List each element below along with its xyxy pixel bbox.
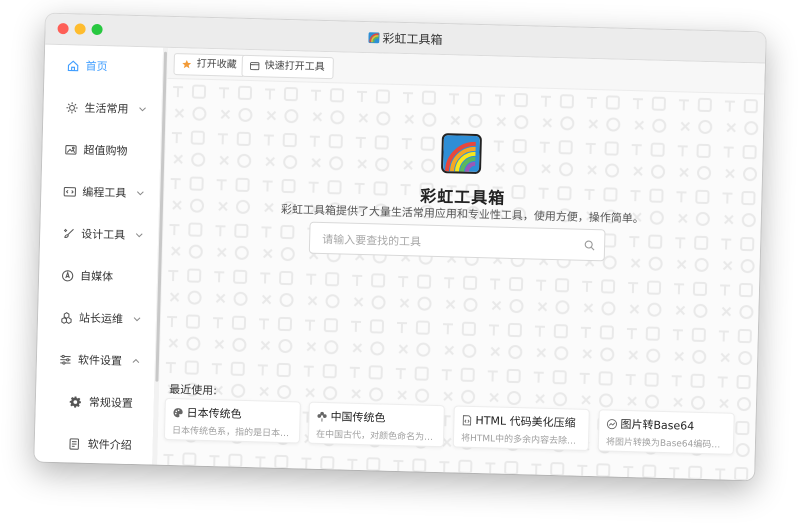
sidebar-item-about[interactable]: 软件介绍 [34, 427, 153, 462]
main-content: 打开收藏 快速打开工具 彩虹工具箱 彩虹工具箱提供了大量生活常用应用和专业性工具… [157, 47, 765, 481]
sun-icon [66, 101, 78, 113]
rainbow-logo-icon [368, 32, 380, 44]
chart-icon [606, 419, 617, 430]
home-icon [67, 59, 79, 71]
window-icon [249, 62, 260, 71]
chevron-up-icon [132, 358, 140, 364]
search-input[interactable] [319, 228, 575, 256]
sidebar-item-webmaster[interactable]: 站长运维 [38, 301, 157, 336]
app-window: 彩虹工具箱 首页 生活常用 超值购物 编程工具 设计工具 自媒体 站长运维 软件… [34, 13, 766, 481]
sidebar-item-media[interactable]: 自媒体 [39, 259, 158, 294]
palette-icon [173, 408, 183, 418]
recent-card-chinese-colors[interactable]: 中国传统色 在中国古代，对颜色命名为传统色 [307, 401, 445, 448]
sidebar-item-programming[interactable]: 编程工具 [41, 175, 160, 210]
sidebar: 首页 生活常用 超值购物 编程工具 设计工具 自媒体 站长运维 软件设置 常规设… [34, 44, 165, 465]
gear-icon [69, 395, 81, 408]
chevron-down-icon [135, 233, 143, 238]
cubes-icon [61, 311, 72, 324]
document-icon [69, 437, 80, 450]
recent-card-html-beautify[interactable]: HTML 代码美化压缩 将HTML中的多余内容去除，压缩代码 [452, 405, 590, 452]
recent-title: 最近使用: [169, 383, 218, 398]
sidebar-item-life[interactable]: 生活常用 [43, 91, 162, 126]
compass-icon [62, 269, 74, 281]
recent-card-japanese-colors[interactable]: 日本传统色 日本传统色系，指的是日本传统色彩 [163, 397, 301, 444]
sidebar-item-settings[interactable]: 软件设置 [37, 343, 156, 378]
app-logo [440, 133, 482, 175]
flower-icon [317, 411, 327, 422]
chevron-down-icon [139, 107, 146, 112]
chevron-down-icon [136, 191, 144, 196]
chevron-down-icon [133, 317, 141, 322]
rainbow-logo-icon [443, 135, 480, 173]
recent-card-image-base64[interactable]: 图片转Base64 将图片转换为Base64编码，方便使用 [597, 409, 735, 455]
star-icon [182, 59, 192, 69]
code-icon [63, 186, 77, 197]
sidebar-item-general-settings[interactable]: 常规设置 [35, 385, 154, 420]
quick-open-tool-button[interactable]: 快速打开工具 [241, 54, 334, 80]
file-code-icon [462, 415, 472, 426]
sidebar-item-home[interactable]: 首页 [44, 49, 163, 84]
search-icon[interactable] [584, 240, 595, 251]
brush-icon [63, 228, 74, 238]
sidebar-item-design[interactable]: 设计工具 [40, 217, 159, 252]
image-icon [65, 144, 77, 155]
sidebar-item-shopping[interactable]: 超值购物 [42, 133, 161, 168]
open-favorites-button[interactable]: 打开收藏 [173, 53, 246, 77]
sliders-icon [60, 354, 71, 365]
